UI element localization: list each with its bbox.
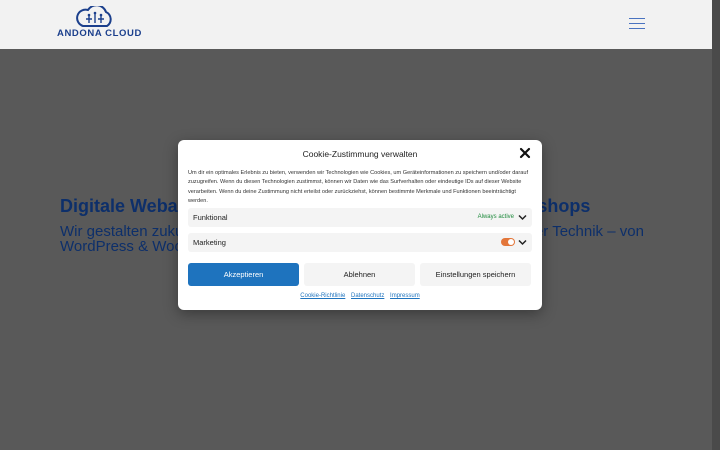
page-scrollbar[interactable] [712,0,720,450]
category-label: Marketing [193,238,226,247]
cookie-consent-dialog: Cookie-Zustimmung verwalten Um dir ein o… [178,140,542,310]
logo[interactable]: ANDONA CLOUD [57,6,142,40]
save-preferences-button[interactable]: Einstellungen speichern [420,263,531,286]
policy-links: Cookie-Richtlinie Datenschutz Impressum [178,293,542,299]
chevron-down-icon[interactable] [518,214,527,221]
site-header: ANDONA CLOUD [0,0,712,49]
category-marketing[interactable]: Marketing [188,233,532,252]
privacy-link[interactable]: Datenschutz [351,293,384,299]
marketing-toggle[interactable] [501,238,515,246]
category-label: Funktional [193,213,228,222]
chevron-down-icon[interactable] [518,239,527,246]
deny-button[interactable]: Ablehnen [304,263,415,286]
dialog-description: Um dir ein optimales Erlebnis zu bieten,… [188,170,529,204]
accept-button[interactable]: Akzeptieren [188,263,299,286]
status-badge: Always active [477,214,514,220]
dialog-title: Cookie-Zustimmung verwalten [302,149,418,159]
close-icon[interactable] [519,147,531,159]
hamburger-icon[interactable] [629,18,645,30]
category-functional[interactable]: Funktional Always active [188,208,532,227]
logo-text: ANDONA CLOUD [57,28,142,39]
imprint-link[interactable]: Impressum [390,293,420,299]
cookie-policy-link[interactable]: Cookie-Richtlinie [300,293,345,299]
cloud-logo-icon [76,6,112,27]
